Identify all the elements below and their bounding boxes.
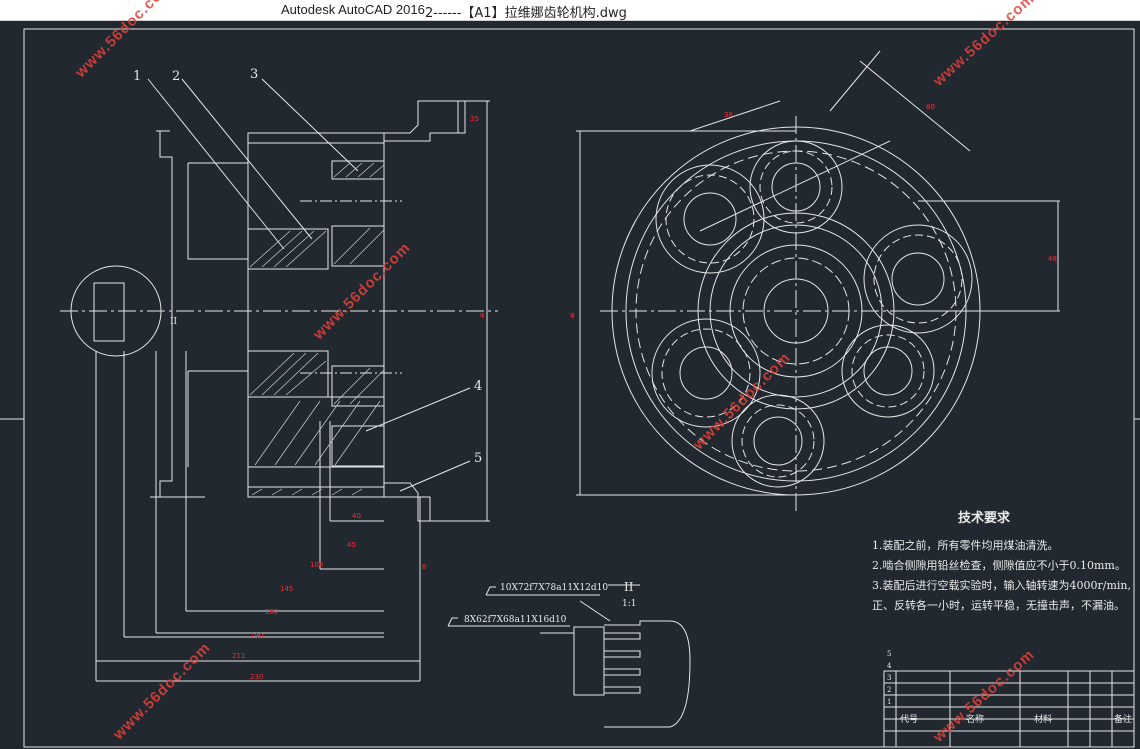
tb-header-material: 材料: [1034, 715, 1053, 725]
tech-req-item-3: 3.装配后进行空载实验时，输入轴转速为4000r/min,: [872, 579, 1131, 592]
detail-label: II: [624, 580, 634, 594]
callout-4: 4: [474, 379, 483, 394]
tech-req-item-2: 2.啮合侧隙用铅丝检查，侧隙值应不小于0.10mm。: [872, 559, 1126, 572]
spline-spec-1: 10X72f7X78a11X12d10: [500, 583, 609, 593]
svg-text:145: 145: [280, 585, 293, 593]
drawing-canvas[interactable]: 35 φ 40 45 100 145 160 190 211 230 8 38 …: [0, 0, 1140, 749]
app-title: Autodesk AutoCAD 2016: [281, 2, 425, 17]
detail-view: [447, 584, 691, 728]
svg-text:40: 40: [352, 512, 361, 520]
tb-header-code: 代号: [900, 715, 919, 725]
detail-scale: 1:1: [622, 599, 637, 609]
svg-text:100: 100: [310, 561, 323, 569]
tech-req-item-1: 1.装配之前，所有零件均用煤油清洗。: [872, 539, 1059, 552]
svg-text:48: 48: [1048, 255, 1057, 263]
callout-3: 3: [250, 67, 259, 82]
svg-text:190: 190: [250, 632, 263, 640]
svg-text:80: 80: [926, 103, 935, 111]
tech-req-title: 技术要求: [958, 511, 1011, 526]
svg-text:38: 38: [724, 111, 733, 119]
tb-row-4: 4: [887, 662, 892, 670]
tb-header-remark: 备注: [1114, 715, 1133, 725]
front-view: [576, 50, 1060, 511]
sheet-border: [23, 28, 1135, 748]
section-view: [60, 78, 498, 682]
svg-text:211: 211: [232, 652, 245, 660]
drawing-svg: 35 φ 40 45 100 145 160 190 211 230 8 38 …: [0, 28, 1140, 748]
tb-row-3: 3: [887, 674, 892, 682]
svg-text:45: 45: [347, 541, 356, 549]
file-title: 2------【A1】拉维娜齿轮机构.dwg: [425, 6, 627, 21]
svg-text:φ: φ: [570, 311, 575, 319]
section-marker: II: [170, 317, 178, 327]
svg-text:35: 35: [470, 115, 479, 123]
tb-row-2: 2: [887, 686, 892, 694]
spline-spec-2: 8X62f7X68a11X16d10: [464, 615, 567, 625]
tb-row-1: 1: [887, 698, 892, 706]
callout-2: 2: [172, 69, 181, 84]
callout-5: 5: [474, 451, 483, 466]
callout-1: 1: [133, 69, 142, 84]
svg-text:8: 8: [422, 563, 426, 571]
svg-text:160: 160: [265, 608, 278, 616]
tech-req-item-4: 正、反转各一小时，运转平稳，无撞击声，不漏油。: [872, 599, 1125, 612]
svg-text:φ: φ: [480, 311, 485, 319]
title-bar: Autodesk AutoCAD 2016 2------【A1】拉维娜齿轮机构…: [0, 0, 1140, 21]
tb-row-5: 5: [887, 650, 892, 658]
svg-text:230: 230: [250, 673, 263, 681]
front-dims: 38 80 φ 48: [570, 103, 1057, 319]
